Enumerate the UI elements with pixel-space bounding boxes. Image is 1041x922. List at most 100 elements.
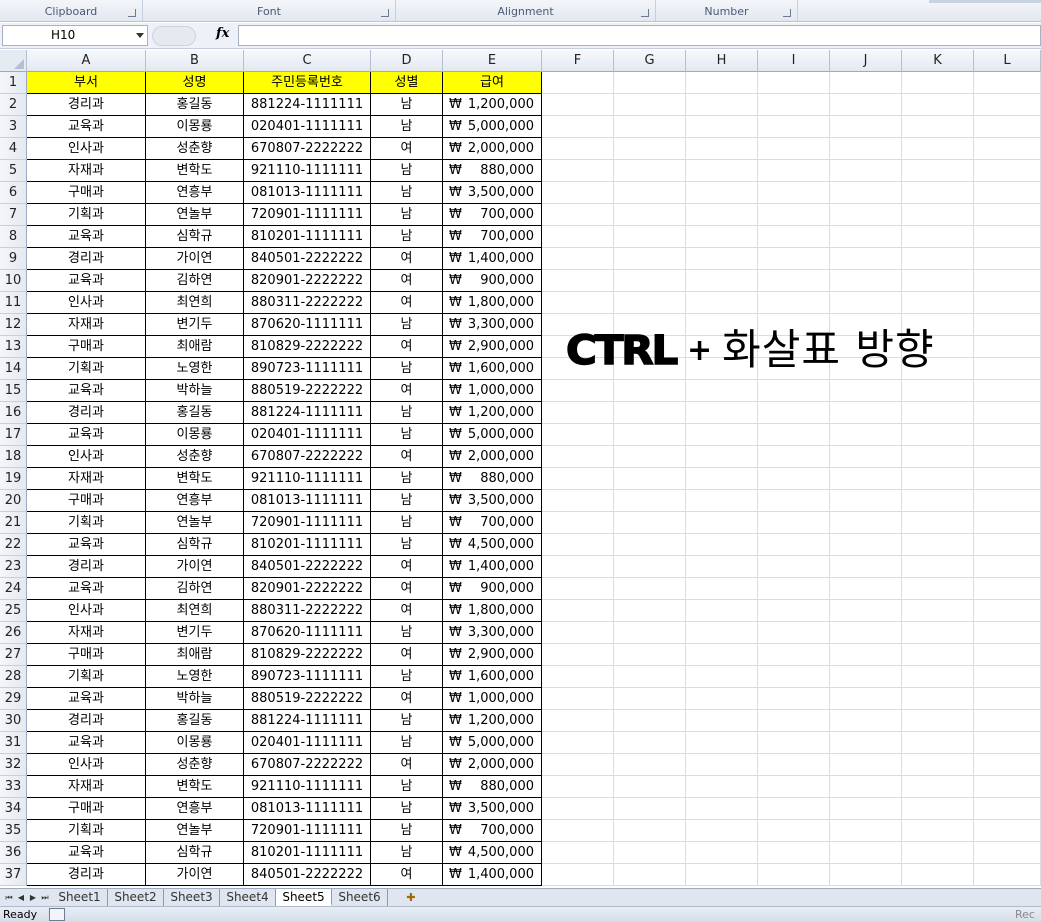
cell-b35[interactable]: 연놀부 xyxy=(146,820,244,842)
cell-k37[interactable] xyxy=(902,864,974,886)
cell-j35[interactable] xyxy=(830,820,902,842)
row-header[interactable]: 20 xyxy=(0,490,27,512)
cell-a19[interactable]: 자재과 xyxy=(27,468,146,490)
cell-i33[interactable] xyxy=(758,776,830,798)
cell-f30[interactable] xyxy=(542,710,614,732)
cell-i17[interactable] xyxy=(758,424,830,446)
cell-e35[interactable]: ₩700,000 xyxy=(443,820,542,842)
cell-k34[interactable] xyxy=(902,798,974,820)
cell-k19[interactable] xyxy=(902,468,974,490)
cell-g37[interactable] xyxy=(614,864,686,886)
row-header[interactable]: 6 xyxy=(0,182,27,204)
cell-h35[interactable] xyxy=(686,820,758,842)
cell-g34[interactable] xyxy=(614,798,686,820)
sheet-tab-sheet4[interactable]: Sheet4 xyxy=(220,889,276,906)
column-header-l[interactable]: L xyxy=(974,50,1041,72)
cell-c21[interactable]: 720901-1111111 xyxy=(244,512,371,534)
cell-f29[interactable] xyxy=(542,688,614,710)
row-header[interactable]: 34 xyxy=(0,798,27,820)
cell-h4[interactable] xyxy=(686,138,758,160)
cell-c12[interactable]: 870620-1111111 xyxy=(244,314,371,336)
cell-d15[interactable]: 여 xyxy=(371,380,443,402)
cell-d32[interactable]: 여 xyxy=(371,754,443,776)
cell-k16[interactable] xyxy=(902,402,974,424)
cell-f17[interactable] xyxy=(542,424,614,446)
cell-j24[interactable] xyxy=(830,578,902,600)
cell-h5[interactable] xyxy=(686,160,758,182)
cell-f21[interactable] xyxy=(542,512,614,534)
cell-j37[interactable] xyxy=(830,864,902,886)
cell-k11[interactable] xyxy=(902,292,974,314)
cell-k28[interactable] xyxy=(902,666,974,688)
cell-g29[interactable] xyxy=(614,688,686,710)
cell-d11[interactable]: 여 xyxy=(371,292,443,314)
cell-h37[interactable] xyxy=(686,864,758,886)
cell-g26[interactable] xyxy=(614,622,686,644)
cell-g16[interactable] xyxy=(614,402,686,424)
cell-d31[interactable]: 남 xyxy=(371,732,443,754)
cell-b7[interactable]: 연놀부 xyxy=(146,204,244,226)
cell-j33[interactable] xyxy=(830,776,902,798)
cell-k6[interactable] xyxy=(902,182,974,204)
cell-k23[interactable] xyxy=(902,556,974,578)
cell-a32[interactable]: 인사과 xyxy=(27,754,146,776)
cell-c33[interactable]: 921110-1111111 xyxy=(244,776,371,798)
cell-c30[interactable]: 881224-1111111 xyxy=(244,710,371,732)
cell-e22[interactable]: ₩4,500,000 xyxy=(443,534,542,556)
cell-i6[interactable] xyxy=(758,182,830,204)
cell-b37[interactable]: 가이연 xyxy=(146,864,244,886)
cell-j7[interactable] xyxy=(830,204,902,226)
row-header[interactable]: 1 xyxy=(0,72,27,94)
cell-e2[interactable]: ₩1,200,000 xyxy=(443,94,542,116)
cell-j2[interactable] xyxy=(830,94,902,116)
cell-d34[interactable]: 남 xyxy=(371,798,443,820)
cell-l4[interactable] xyxy=(974,138,1041,160)
cell-f16[interactable] xyxy=(542,402,614,424)
cell-e19[interactable]: ₩880,000 xyxy=(443,468,542,490)
cell-d33[interactable]: 남 xyxy=(371,776,443,798)
cell-b11[interactable]: 최연희 xyxy=(146,292,244,314)
cell-h6[interactable] xyxy=(686,182,758,204)
cell-e34[interactable]: ₩3,500,000 xyxy=(443,798,542,820)
cell-h34[interactable] xyxy=(686,798,758,820)
cell-k7[interactable] xyxy=(902,204,974,226)
cell-l1[interactable] xyxy=(974,72,1041,94)
cell-a24[interactable]: 교육과 xyxy=(27,578,146,600)
cell-g20[interactable] xyxy=(614,490,686,512)
row-header[interactable]: 24 xyxy=(0,578,27,600)
cell-b22[interactable]: 심학규 xyxy=(146,534,244,556)
cell-b8[interactable]: 심학규 xyxy=(146,226,244,248)
cell-a2[interactable]: 경리과 xyxy=(27,94,146,116)
cell-l3[interactable] xyxy=(974,116,1041,138)
cell-f4[interactable] xyxy=(542,138,614,160)
cell-e37[interactable]: ₩1,400,000 xyxy=(443,864,542,886)
cell-d8[interactable]: 남 xyxy=(371,226,443,248)
cell-c32[interactable]: 670807-2222222 xyxy=(244,754,371,776)
cell-g18[interactable] xyxy=(614,446,686,468)
row-header[interactable]: 33 xyxy=(0,776,27,798)
cell-j22[interactable] xyxy=(830,534,902,556)
cell-a29[interactable]: 교육과 xyxy=(27,688,146,710)
cell-i27[interactable] xyxy=(758,644,830,666)
last-sheet-icon[interactable]: ⏭ xyxy=(40,892,50,904)
cell-l23[interactable] xyxy=(974,556,1041,578)
row-header[interactable]: 3 xyxy=(0,116,27,138)
cell-i22[interactable] xyxy=(758,534,830,556)
prev-sheet-icon[interactable]: ◀ xyxy=(16,892,26,904)
cell-c9[interactable]: 840501-2222222 xyxy=(244,248,371,270)
cell-j30[interactable] xyxy=(830,710,902,732)
cell-a30[interactable]: 경리과 xyxy=(27,710,146,732)
cell-l14[interactable] xyxy=(974,358,1041,380)
next-sheet-icon[interactable]: ▶ xyxy=(28,892,38,904)
cell-i31[interactable] xyxy=(758,732,830,754)
cell-l29[interactable] xyxy=(974,688,1041,710)
cell-i26[interactable] xyxy=(758,622,830,644)
cell-i4[interactable] xyxy=(758,138,830,160)
cell-l20[interactable] xyxy=(974,490,1041,512)
cell-a4[interactable]: 인사과 xyxy=(27,138,146,160)
cell-f36[interactable] xyxy=(542,842,614,864)
cell-j31[interactable] xyxy=(830,732,902,754)
sheet-tab-sheet2[interactable]: Sheet2 xyxy=(108,889,164,906)
cell-g10[interactable] xyxy=(614,270,686,292)
cell-j20[interactable] xyxy=(830,490,902,512)
